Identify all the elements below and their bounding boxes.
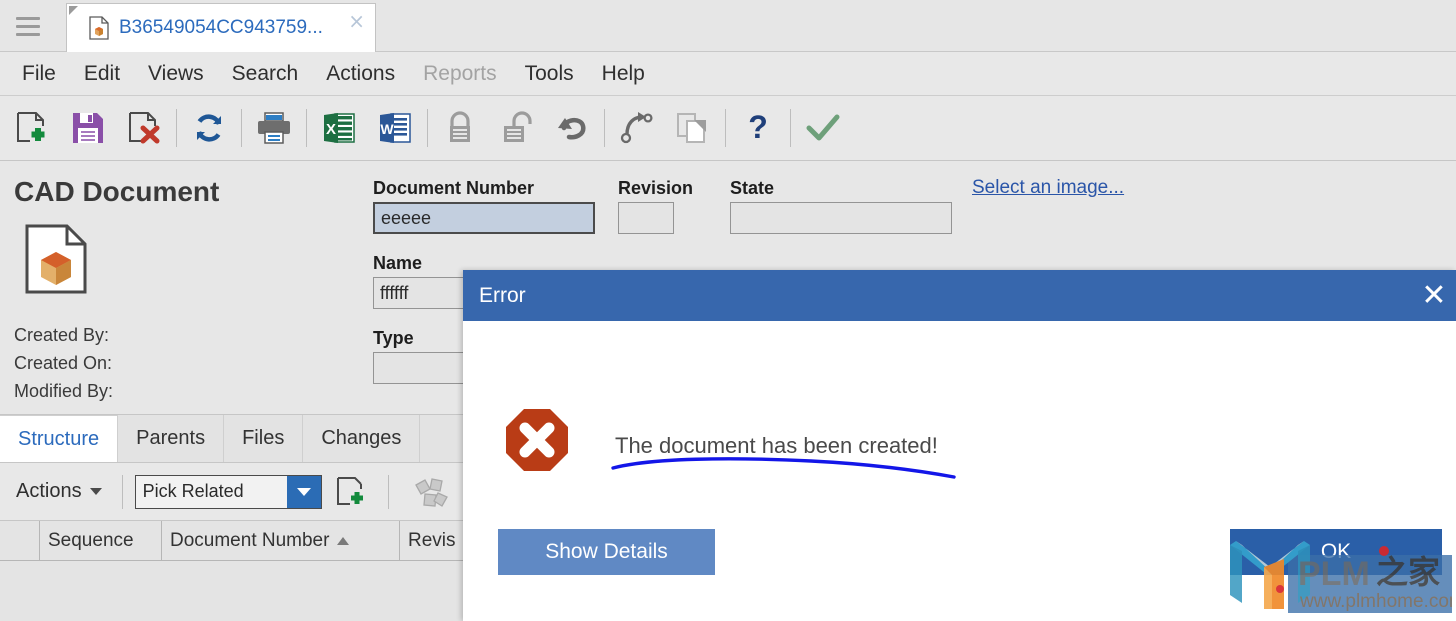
menu-item-actions[interactable]: Actions (312, 60, 409, 88)
ok-button-label: OK (1320, 540, 1352, 563)
document-tab[interactable]: B36549054CC943759... × (66, 3, 376, 52)
add-row-icon[interactable] (328, 470, 376, 514)
export-word-icon[interactable]: W (367, 100, 423, 156)
cad-document-large-icon (24, 223, 88, 295)
close-icon[interactable]: × (348, 11, 365, 31)
menu-item-tools[interactable]: Tools (511, 60, 588, 88)
help-icon[interactable]: ? (730, 100, 786, 156)
tab-parents-label: Parents (136, 427, 206, 449)
menu-item-reports: Reports (423, 61, 497, 85)
actions-separator (387, 474, 389, 509)
hamburger-line (16, 32, 40, 36)
dialog-body: The document has been created! Show Deta… (463, 321, 1456, 621)
menu-bar: File Edit Views Search Actions Reports T… (0, 52, 1456, 96)
menu-item-views[interactable]: Views (134, 60, 218, 88)
actions-separator (121, 474, 123, 509)
state-label: State (730, 178, 775, 198)
grid-column-select[interactable] (0, 521, 40, 560)
refresh-icon[interactable] (181, 100, 237, 156)
chevron-down-icon[interactable] (286, 475, 321, 508)
toolbar-separator (790, 109, 791, 147)
tab-files-label: Files (242, 427, 285, 449)
dialog-title-bar: Error ✕ (463, 270, 1456, 321)
menu-item-edit[interactable]: Edit (70, 60, 134, 88)
delete-document-icon[interactable] (116, 100, 172, 156)
name-label: Name (373, 253, 423, 273)
toolbar-separator (427, 109, 428, 147)
cad-document-icon (89, 16, 109, 40)
undo-icon[interactable] (544, 100, 600, 156)
document-metadata: Created By: Created On: Modified By: (14, 321, 113, 405)
toolbar-separator (176, 109, 177, 147)
hamburger-line (16, 16, 40, 20)
toolbar-separator (306, 109, 307, 147)
modified-by-label: Modified By: (14, 381, 114, 401)
svg-text:X: X (326, 121, 336, 138)
print-icon[interactable] (246, 100, 302, 156)
tab-changes-label: Changes (321, 427, 402, 449)
grid-column-document-number[interactable]: Document Number (162, 521, 400, 560)
error-dialog: Error ✕ The document has been created! S… (463, 270, 1456, 621)
check-icon[interactable] (795, 100, 851, 156)
revision-input[interactable] (618, 202, 674, 234)
save-icon[interactable] (60, 100, 116, 156)
document-tab-label: B36549054CC943759... (119, 17, 323, 38)
tab-structure[interactable]: Structure (0, 415, 119, 462)
hamburger-line (16, 24, 40, 28)
menu-item-help[interactable]: Help (588, 60, 659, 88)
error-message: The document has been created! (615, 433, 938, 458)
chevron-down-icon (89, 488, 102, 495)
dialog-title: Error (479, 283, 526, 307)
toolbar-separator (604, 109, 605, 147)
grid-column-revision-label: Revis (408, 529, 456, 551)
grid-column-sequence-label: Sequence (48, 529, 134, 551)
export-excel-icon[interactable]: X (311, 100, 367, 156)
menu-item-file[interactable]: File (8, 60, 70, 88)
ok-button[interactable]: OK (1230, 529, 1442, 575)
pick-related-value: Pick Related (142, 481, 244, 501)
hamburger-menu-icon[interactable] (12, 12, 44, 40)
error-octagon-icon (504, 407, 570, 473)
main-toolbar: X W ? (0, 96, 1456, 161)
tab-parents[interactable]: Parents (118, 415, 225, 462)
show-details-button[interactable]: Show Details (498, 529, 715, 575)
tab-changes[interactable]: Changes (303, 415, 421, 462)
toolbar-separator (725, 109, 726, 147)
toolbar-separator (241, 109, 242, 147)
actions-dropdown-button[interactable]: Actions (8, 476, 110, 507)
document-number-input[interactable] (373, 202, 595, 234)
tab-structure-label: Structure (18, 427, 100, 450)
state-input[interactable] (730, 202, 952, 234)
type-label: Type (373, 328, 414, 348)
svg-text:W: W (380, 121, 394, 137)
menu-item-search[interactable]: Search (218, 60, 313, 88)
close-icon[interactable]: ✕ (1414, 276, 1454, 316)
grid-column-document-number-label: Document Number (170, 529, 330, 551)
document-number-label: Document Number (373, 178, 535, 198)
copy-icon[interactable] (665, 100, 721, 156)
grid-column-sequence[interactable]: Sequence (40, 521, 162, 560)
tab-strip: B36549054CC943759... × (0, 0, 1456, 52)
lock-icon[interactable] (432, 100, 488, 156)
pick-related-select[interactable]: Pick Related (134, 474, 322, 509)
sort-ascending-icon (337, 536, 350, 545)
page-title: CAD Document (14, 176, 220, 207)
created-on-label: Created On: (14, 353, 113, 373)
svg-text:?: ? (748, 111, 768, 145)
new-document-icon[interactable] (4, 100, 60, 156)
revision-label: Revision (618, 178, 694, 198)
tab-files[interactable]: Files (224, 415, 304, 462)
select-an-image-link[interactable]: Select an image... (972, 177, 1124, 199)
created-by-label: Created By: (14, 325, 110, 345)
actions-dropdown-label: Actions (16, 480, 82, 502)
expand-structure-icon[interactable] (407, 470, 455, 514)
unlock-icon[interactable] (488, 100, 544, 156)
revise-icon[interactable] (609, 100, 665, 156)
show-details-button-label: Show Details (545, 540, 668, 563)
application-window: B36549054CC943759... × File Edit Views S… (0, 0, 1456, 621)
